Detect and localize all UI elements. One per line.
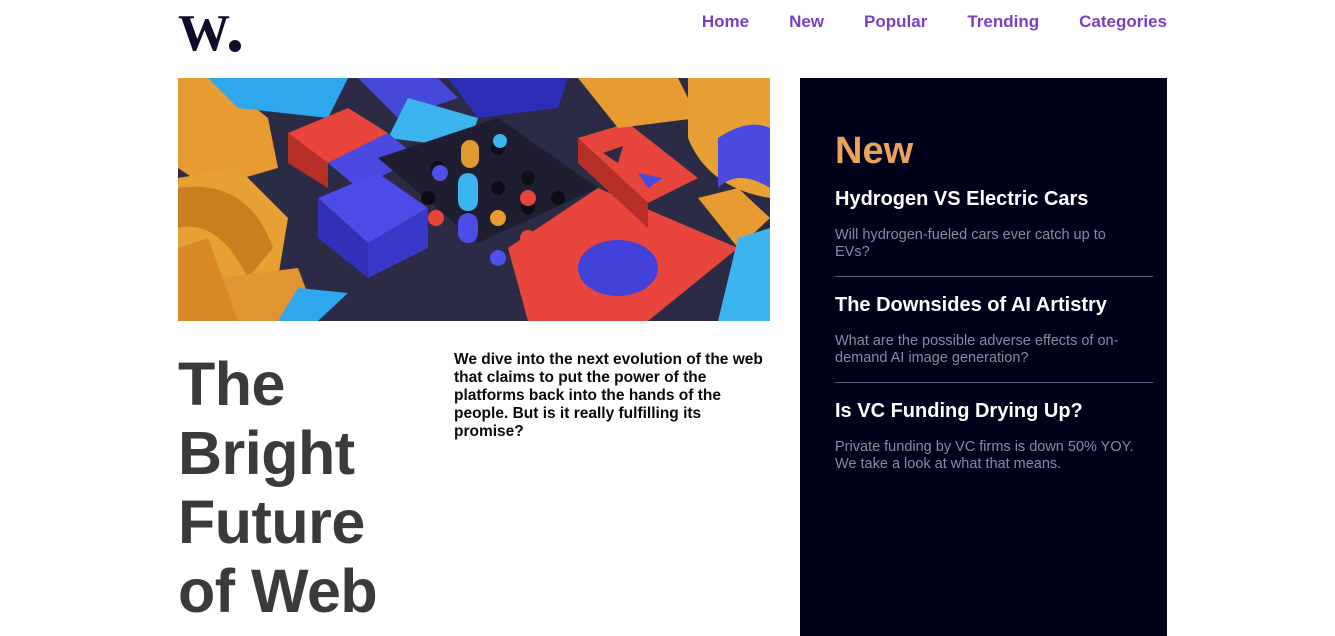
sidebar-article-summary: What are the possible adverse effects of… xyxy=(835,333,1119,366)
sidebar-article[interactable]: The Downsides of AI Artistry What are th… xyxy=(835,293,1153,383)
sidebar-article-title[interactable]: Is VC Funding Drying Up? xyxy=(835,399,1153,423)
nav-popular[interactable]: Popular xyxy=(864,12,927,32)
headline-line: Bright xyxy=(178,419,355,487)
main-nav: Home New Popular Trending Categories xyxy=(662,12,1167,32)
sidebar-article-summary: Private funding by VC firms is down 50% … xyxy=(835,439,1134,472)
article-lede: We dive into the next evolution of the w… xyxy=(454,351,763,440)
headline-line: of Web xyxy=(178,557,378,625)
headline-line: The xyxy=(178,350,285,418)
logo[interactable]: W xyxy=(178,10,244,54)
article-headline: The Bright Future of Web xyxy=(178,350,418,626)
sidebar-article-title[interactable]: The Downsides of AI Artistry xyxy=(835,293,1153,317)
sidebar-article-summary: Will hydrogen-fueled cars ever catch up … xyxy=(835,227,1106,260)
nav-trending[interactable]: Trending xyxy=(967,12,1039,32)
sidebar-article[interactable]: Is VC Funding Drying Up? Private funding… xyxy=(835,399,1153,488)
sidebar-article-title[interactable]: Hydrogen VS Electric Cars xyxy=(835,187,1153,211)
headline-line: Future xyxy=(178,488,365,556)
nav-categories[interactable]: Categories xyxy=(1079,12,1167,32)
svg-text:W: W xyxy=(178,10,230,54)
new-sidebar: New Hydrogen VS Electric Cars Will hydro… xyxy=(800,78,1167,636)
sidebar-title: New xyxy=(835,130,914,172)
sidebar-article[interactable]: Hydrogen VS Electric Cars Will hydrogen-… xyxy=(835,187,1153,277)
nav-home[interactable]: Home xyxy=(702,12,749,32)
hero-image xyxy=(178,78,770,321)
nav-new[interactable]: New xyxy=(789,12,824,32)
